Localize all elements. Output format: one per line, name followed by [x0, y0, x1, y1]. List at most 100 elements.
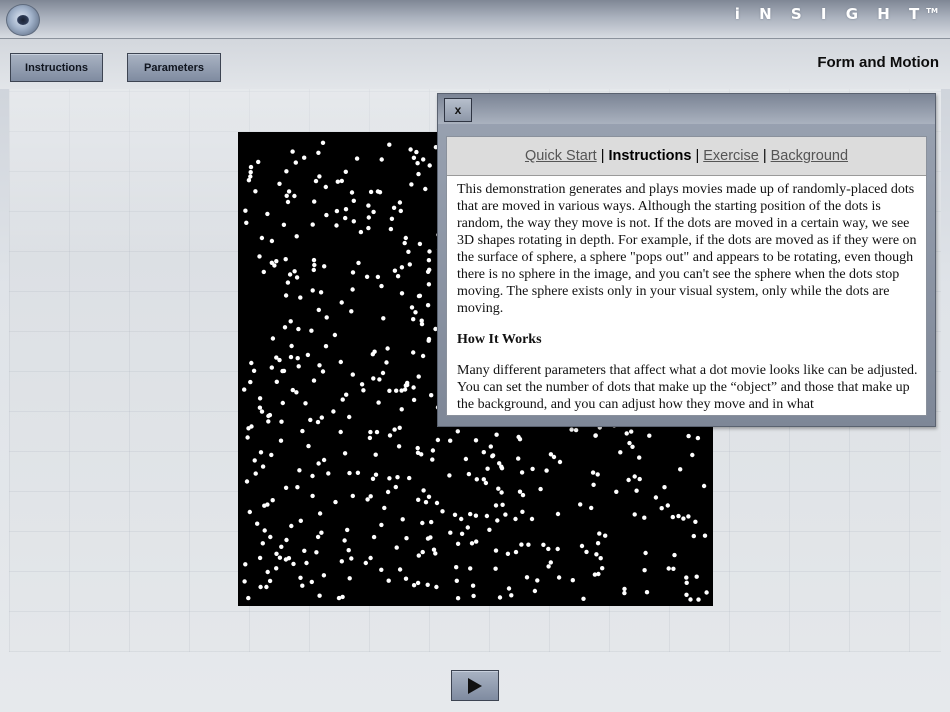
dot	[546, 564, 551, 569]
dot	[371, 376, 376, 381]
dot	[294, 275, 300, 280]
dot	[455, 541, 461, 546]
dot	[265, 502, 270, 507]
close-button[interactable]: x	[444, 98, 472, 122]
dot	[334, 208, 340, 214]
dot	[354, 156, 360, 161]
dot	[440, 509, 445, 514]
dot	[593, 433, 598, 438]
dot	[264, 584, 269, 590]
dot	[312, 199, 317, 204]
dot	[349, 556, 354, 561]
dot	[513, 549, 519, 555]
dot	[303, 401, 308, 406]
dot	[252, 458, 257, 463]
dot	[313, 178, 319, 184]
dot	[701, 483, 707, 489]
dot	[346, 548, 351, 553]
dot	[281, 368, 287, 374]
dot	[629, 429, 634, 434]
dot	[695, 435, 701, 441]
dot	[324, 212, 329, 218]
dot	[435, 437, 441, 443]
dot	[322, 264, 327, 269]
dot	[423, 500, 429, 505]
dot	[524, 575, 530, 580]
dot	[343, 169, 348, 174]
dot	[483, 480, 489, 486]
dot	[416, 553, 421, 558]
dot	[373, 472, 379, 477]
dot	[429, 393, 434, 398]
dot	[413, 310, 418, 315]
dot	[286, 556, 292, 561]
nav-separator: |	[695, 148, 700, 164]
dot	[316, 150, 321, 155]
instructions-content[interactable]: This demonstration generates and plays m…	[457, 181, 919, 413]
dot	[702, 533, 708, 538]
nav-link-quick-start[interactable]: Quick Start	[525, 148, 597, 164]
dot	[426, 258, 432, 263]
nav-link-background[interactable]: Background	[771, 148, 848, 164]
dot	[455, 596, 461, 601]
dot	[347, 576, 352, 581]
dot	[379, 283, 384, 289]
dot	[302, 155, 307, 160]
dot	[603, 533, 608, 538]
dot	[544, 468, 549, 473]
instructions-dialog: x Quick Start | Instructions | Exercise …	[437, 93, 936, 427]
dot	[310, 473, 315, 479]
dot	[517, 489, 523, 494]
dot	[251, 368, 257, 373]
dot	[454, 578, 459, 583]
dot	[319, 415, 324, 420]
dot	[244, 220, 249, 225]
dot	[556, 575, 562, 580]
dot	[425, 303, 431, 308]
dot	[490, 453, 496, 458]
play-button[interactable]	[451, 670, 499, 701]
dot	[427, 163, 432, 168]
dot	[503, 512, 508, 517]
nav-link-exercise[interactable]: Exercise	[703, 148, 759, 164]
dot	[684, 580, 689, 585]
dot	[419, 321, 425, 327]
dot	[314, 550, 319, 555]
dot	[399, 407, 404, 412]
dot	[520, 492, 526, 498]
dot	[493, 503, 499, 508]
dot	[404, 536, 409, 541]
dot	[678, 467, 683, 472]
dot	[434, 500, 440, 506]
dot	[405, 382, 410, 388]
dot	[380, 370, 386, 376]
dot	[428, 535, 433, 540]
dot	[248, 174, 253, 179]
dot	[316, 461, 321, 466]
dot	[350, 287, 355, 292]
dot	[331, 409, 336, 414]
dot	[416, 374, 421, 379]
dot	[622, 590, 627, 596]
dot	[487, 527, 492, 532]
dot	[342, 451, 348, 456]
dot	[319, 530, 324, 535]
dot	[316, 307, 321, 313]
dot	[259, 235, 265, 241]
dot	[283, 257, 288, 262]
dot	[266, 413, 271, 419]
dot	[520, 509, 525, 514]
dot	[310, 222, 315, 227]
dot	[300, 428, 305, 434]
dot	[244, 479, 250, 484]
dot	[269, 365, 274, 370]
dot	[659, 506, 664, 511]
dot	[484, 513, 490, 519]
parameters-button[interactable]: Parameters	[127, 53, 221, 82]
dot	[548, 560, 553, 565]
dot	[310, 493, 315, 499]
dot	[455, 429, 460, 434]
dot	[614, 489, 619, 494]
dot	[481, 477, 486, 482]
instructions-button[interactable]: Instructions	[10, 53, 103, 82]
